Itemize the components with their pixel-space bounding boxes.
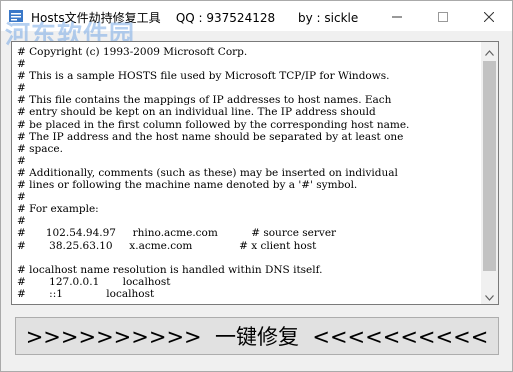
chevron-down-icon bbox=[485, 286, 494, 304]
hosts-line: # 127.0.0.1 localhost bbox=[17, 275, 171, 288]
hosts-line: # space. bbox=[17, 142, 63, 155]
scroll-thumb[interactable] bbox=[483, 61, 496, 271]
hosts-line: # be placed in the first column followed… bbox=[17, 118, 410, 131]
hosts-line: # 102.54.94.97 rhino.acme.com # source s… bbox=[17, 227, 337, 240]
hosts-line: # bbox=[17, 154, 26, 167]
hosts-line: # This is a sample HOSTS file used by Mi… bbox=[17, 70, 390, 83]
vertical-scrollbar[interactable] bbox=[481, 42, 498, 304]
hosts-line: # Copyright (c) 1993-2009 Microsoft Corp… bbox=[17, 46, 248, 58]
minimize-icon bbox=[392, 7, 402, 26]
hosts-line: # lines or following the machine name de… bbox=[17, 179, 358, 192]
scroll-up-button[interactable] bbox=[481, 42, 498, 59]
minimize-button[interactable] bbox=[374, 1, 420, 31]
hosts-file-content: # Copyright (c) 1993-2009 Microsoft Corp… bbox=[17, 46, 409, 300]
title-bar[interactable]: Hosts文件劫持修复工具 QQ : 937524128 by : sickle… bbox=[1, 1, 512, 49]
chevron-up-icon bbox=[485, 42, 494, 60]
hosts-line: # bbox=[17, 191, 26, 204]
hosts-line: # 38.25.63.10 x.acme.com # x client host bbox=[17, 239, 317, 252]
hosts-line: # localhost name resolution is handled w… bbox=[17, 263, 323, 276]
maximize-button[interactable] bbox=[420, 1, 466, 31]
hosts-line: # entry should be kept on an individual … bbox=[17, 106, 376, 119]
hosts-text-area[interactable]: # Copyright (c) 1993-2009 Microsoft Corp… bbox=[11, 41, 499, 305]
maximize-icon bbox=[438, 7, 448, 26]
hosts-line: # The IP address and the host name shoul… bbox=[17, 130, 404, 143]
hosts-line: # bbox=[17, 215, 26, 228]
close-button[interactable] bbox=[466, 1, 512, 31]
close-icon bbox=[483, 7, 495, 26]
hosts-line: # bbox=[17, 82, 26, 95]
main-window: Hosts文件劫持修复工具 QQ : 937524128 by : sickle… bbox=[0, 0, 513, 372]
one-click-repair-button[interactable]: >>>>>>>>>> 一键修复 <<<<<<<<<< bbox=[15, 317, 499, 355]
hosts-line: # ::1 localhost bbox=[17, 287, 155, 300]
hosts-line: # Additionally, comments (such as these)… bbox=[17, 166, 398, 179]
window-title: Hosts文件劫持修复工具 QQ : 937524128 by : sickle bbox=[31, 11, 359, 25]
hosts-line: # bbox=[17, 58, 26, 71]
hosts-line bbox=[17, 252, 409, 264]
scroll-down-button[interactable] bbox=[481, 287, 498, 304]
app-icon bbox=[8, 8, 24, 24]
hosts-line: # For example: bbox=[17, 203, 99, 216]
hosts-line: # This file contains the mappings of IP … bbox=[17, 94, 392, 107]
